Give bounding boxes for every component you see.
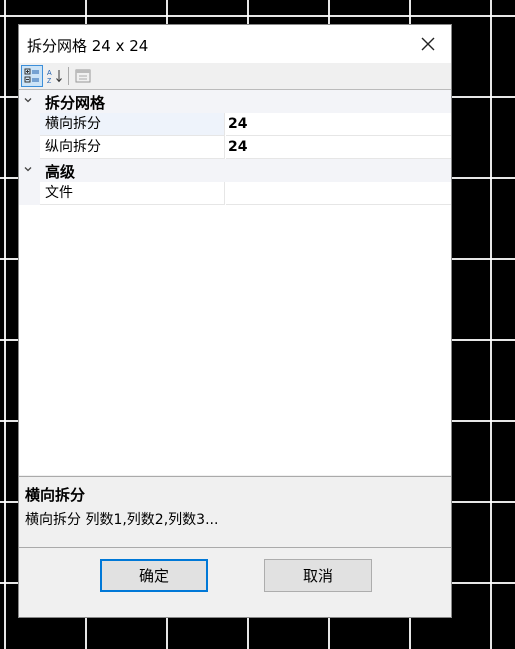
ok-button[interactable]: 确定: [100, 559, 208, 592]
property-name: 纵向拆分: [40, 136, 225, 159]
property-value-input[interactable]: 24: [226, 113, 451, 136]
row-gutter: [19, 159, 40, 182]
property-row-file[interactable]: 文件: [19, 182, 451, 205]
property-value-input[interactable]: 24: [226, 136, 451, 159]
cancel-button[interactable]: 取消: [264, 559, 372, 592]
title-bar: 拆分网格 24 x 24: [19, 25, 451, 63]
description-text: 横向拆分 列数1,列数2,列数3...: [25, 512, 219, 528]
alphabetical-button[interactable]: A Z: [44, 65, 66, 87]
property-name: 文件: [40, 182, 225, 205]
close-icon: [421, 37, 435, 51]
category-row-split-grid[interactable]: 拆分网格: [19, 90, 451, 113]
description-title: 横向拆分: [25, 486, 86, 504]
svg-text:A: A: [47, 70, 52, 77]
row-gutter: [19, 113, 40, 136]
split-grid-dialog: 拆分网格 24 x 24 A Z 拆分网格 横向拆分 24 纵向拆分 24 高级…: [18, 24, 452, 618]
toolbar-separator: [68, 67, 69, 85]
property-pages-icon: [75, 69, 91, 83]
property-name: 横向拆分: [40, 113, 225, 136]
property-row-horizontal-split[interactable]: 横向拆分 24: [19, 113, 451, 136]
svg-text:Z: Z: [47, 78, 52, 84]
chevron-down-icon: [24, 167, 32, 172]
property-row-vertical-split[interactable]: 纵向拆分 24: [19, 136, 451, 159]
property-pages-button[interactable]: [72, 65, 94, 87]
category-label: 高级: [45, 163, 76, 181]
row-gutter: [19, 182, 40, 205]
category-row-advanced[interactable]: 高级: [19, 159, 451, 182]
chevron-down-icon: [24, 98, 32, 103]
sort-alphabetical-icon: A Z: [47, 70, 62, 84]
description-pane: 横向拆分 横向拆分 列数1,列数2,列数3...: [19, 476, 451, 548]
dialog-title: 拆分网格 24 x 24: [27, 37, 149, 55]
close-button[interactable]: [405, 25, 451, 63]
categorized-icon: [24, 68, 39, 83]
property-value-input[interactable]: [226, 182, 451, 205]
row-gutter: [19, 136, 40, 159]
property-grid: 拆分网格 横向拆分 24 纵向拆分 24 高级 文件: [19, 89, 451, 475]
row-gutter: [19, 90, 40, 113]
category-label: 拆分网格: [45, 94, 106, 112]
categorized-view-button[interactable]: [21, 65, 43, 87]
property-toolbar: A Z: [19, 63, 451, 89]
